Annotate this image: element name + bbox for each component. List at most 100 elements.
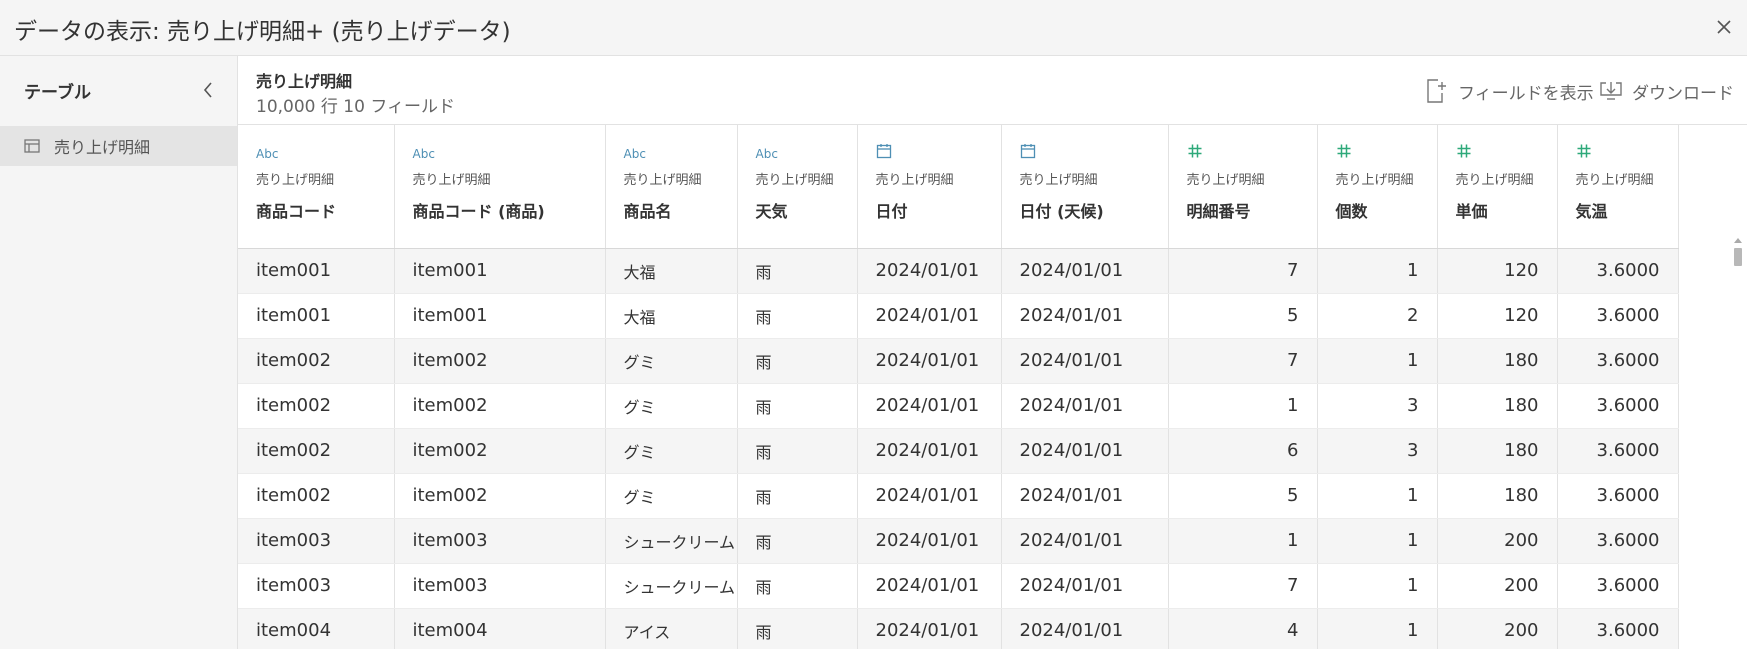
table-cell: 5 (1168, 473, 1318, 519)
table-cell: item003 (394, 518, 606, 564)
table-cell: 2024/01/01 (857, 383, 1002, 429)
table-cell: item002 (394, 383, 606, 429)
column-header[interactable]: Abc 売り上げ明細 天気 (737, 125, 858, 249)
table-cell: 7 (1168, 338, 1318, 384)
table-cell: 3.6000 (1557, 383, 1679, 429)
table-cell: 2024/01/01 (857, 608, 1002, 649)
table-row[interactable]: item002 item002 グミ雨 2024/01/01 2024/01/01 6 3 1… (238, 428, 1679, 474)
download-button[interactable]: ダウンロード (1600, 78, 1734, 104)
table-row[interactable]: item003 item003 シュークリーム雨 2024/01/01 2024/01/… (238, 563, 1679, 609)
table-cell: 2024/01/01 (1001, 428, 1169, 474)
data-grid[interactable]: Abc 売り上げ明細 商品コード Abc 売り上げ明細 商品コード (商品) Abc 売り上げ… (238, 125, 1747, 649)
column-header[interactable]: 売り上げ明細 単価 (1437, 125, 1558, 249)
scrollbar-thumb[interactable] (1734, 248, 1742, 266)
vertical-scrollbar[interactable] (1733, 236, 1743, 649)
table-cell: 3.6000 (1557, 518, 1679, 564)
table-cell: 大福 (605, 293, 738, 339)
column-name: 商品名 (623, 202, 672, 221)
table-cell: 雨 (737, 383, 858, 429)
table-cell: 雨 (737, 428, 858, 474)
table-cell: シュークリーム (605, 518, 738, 564)
column-name: 商品コード (商品) (412, 202, 545, 221)
column-header[interactable]: 売り上げ明細 明細番号 (1168, 125, 1318, 249)
column-name: 明細番号 (1186, 202, 1251, 221)
sidebar-title: テーブル (24, 83, 91, 103)
column-header[interactable]: 売り上げ明細 気温 (1557, 125, 1679, 249)
table-cell: 2024/01/01 (857, 518, 1002, 564)
column-header[interactable]: 売り上げ明細 個数 (1317, 125, 1438, 249)
table-cell: item004 (238, 608, 395, 649)
column-name: 気温 (1575, 202, 1608, 221)
table-row[interactable]: item002 item002 グミ雨 2024/01/01 2024/01/01 1 3 1… (238, 383, 1679, 429)
table-cell: 大福 (605, 248, 738, 294)
collapse-sidebar-button[interactable] (196, 76, 220, 104)
column-name: 単価 (1455, 202, 1488, 221)
column-source: 売り上げ明細 (1335, 173, 1414, 188)
table-cell: item004 (394, 608, 606, 649)
table-cell: 3.6000 (1557, 428, 1679, 474)
column-name: 日付 (875, 202, 908, 221)
table-cell: 雨 (737, 518, 858, 564)
column-header[interactable]: 売り上げ明細 日付 (天候) (1001, 125, 1169, 249)
table-cell: 200 (1437, 518, 1558, 564)
table-cell: 120 (1437, 293, 1558, 339)
table-cell: item002 (394, 428, 606, 474)
table-cell: 2024/01/01 (1001, 248, 1169, 294)
column-source: 売り上げ明細 (1019, 173, 1098, 188)
table-row[interactable]: item001 item001 大福雨 2024/01/01 2024/01/01 5 2 1… (238, 293, 1679, 339)
table-cell: item002 (394, 338, 606, 384)
column-source: 売り上げ明細 (412, 173, 491, 188)
table-cell: 7 (1168, 248, 1318, 294)
string-type-icon: Abc (412, 147, 435, 161)
column-header[interactable]: 売り上げ明細 日付 (857, 125, 1002, 249)
data-table: Abc 売り上げ明細 商品コード Abc 売り上げ明細 商品コード (商品) Abc 売り上げ… (238, 125, 1679, 649)
table-cell: item002 (238, 338, 395, 384)
table-cell: item001 (394, 293, 606, 339)
column-header[interactable]: Abc 売り上げ明細 商品名 (605, 125, 738, 249)
number-type-icon (1456, 143, 1539, 163)
table-cell: item002 (394, 473, 606, 519)
scroll-up-icon[interactable] (1733, 236, 1743, 244)
close-icon (1717, 20, 1731, 34)
table-row[interactable]: item004 item004 アイス雨 2024/01/01 2024/01/01 4 1… (238, 608, 1679, 649)
table-cell: 200 (1437, 608, 1558, 649)
table-cell: 180 (1437, 338, 1558, 384)
table-row[interactable]: item003 item003 シュークリーム雨 2024/01/01 2024/01/… (238, 518, 1679, 564)
table-cell: 2024/01/01 (1001, 473, 1169, 519)
table-cell: 3.6000 (1557, 563, 1679, 609)
table-cell: item003 (238, 563, 395, 609)
column-source: 売り上げ明細 (256, 173, 335, 188)
show-fields-button[interactable]: フィールドを表示 (1426, 78, 1594, 104)
table-row[interactable]: item001 item001 大福雨 2024/01/01 2024/01/01 7 1 1… (238, 248, 1679, 294)
table-cell: 2024/01/01 (1001, 338, 1169, 384)
close-button[interactable] (1709, 12, 1739, 42)
table-cell: 1 (1317, 338, 1438, 384)
table-cell: 3 (1317, 428, 1438, 474)
table-cell: 3.6000 (1557, 338, 1679, 384)
table-row[interactable]: item002 item002 グミ雨 2024/01/01 2024/01/01 5 1 1… (238, 473, 1679, 519)
table-cell: 雨 (737, 563, 858, 609)
column-header[interactable]: Abc 売り上げ明細 商品コード (238, 125, 395, 249)
sidebar-item-table[interactable]: 売り上げ明細 (0, 126, 237, 166)
table-cell: 4 (1168, 608, 1318, 649)
table-cell: 雨 (737, 248, 858, 294)
table-cell: 2024/01/01 (1001, 563, 1169, 609)
table-cell: item003 (238, 518, 395, 564)
table-cell: item002 (238, 383, 395, 429)
table-row[interactable]: item002 item002 グミ雨 2024/01/01 2024/01/01 7 1 1… (238, 338, 1679, 384)
table-cell: item001 (394, 248, 606, 294)
table-cell: 1 (1317, 608, 1438, 649)
table-cell: 180 (1437, 428, 1558, 474)
column-header[interactable]: Abc 売り上げ明細商品コード (商品) (394, 125, 606, 249)
download-icon (1600, 82, 1622, 100)
number-type-icon (1576, 143, 1660, 163)
table-cell: 2024/01/01 (857, 293, 1002, 339)
column-source: 売り上げ明細 (1575, 173, 1654, 188)
table-cell: グミ (605, 338, 738, 384)
column-source: 売り上げ明細 (755, 173, 834, 188)
table-cell: 2024/01/01 (857, 428, 1002, 474)
table-cell: グミ (605, 428, 738, 474)
table-cell: 雨 (737, 608, 858, 649)
calendar-icon (1020, 143, 1150, 163)
table-header: 売り上げ明細 10,000 行 10 フィールド フィールドを表示 ダウンロード (238, 56, 1747, 125)
